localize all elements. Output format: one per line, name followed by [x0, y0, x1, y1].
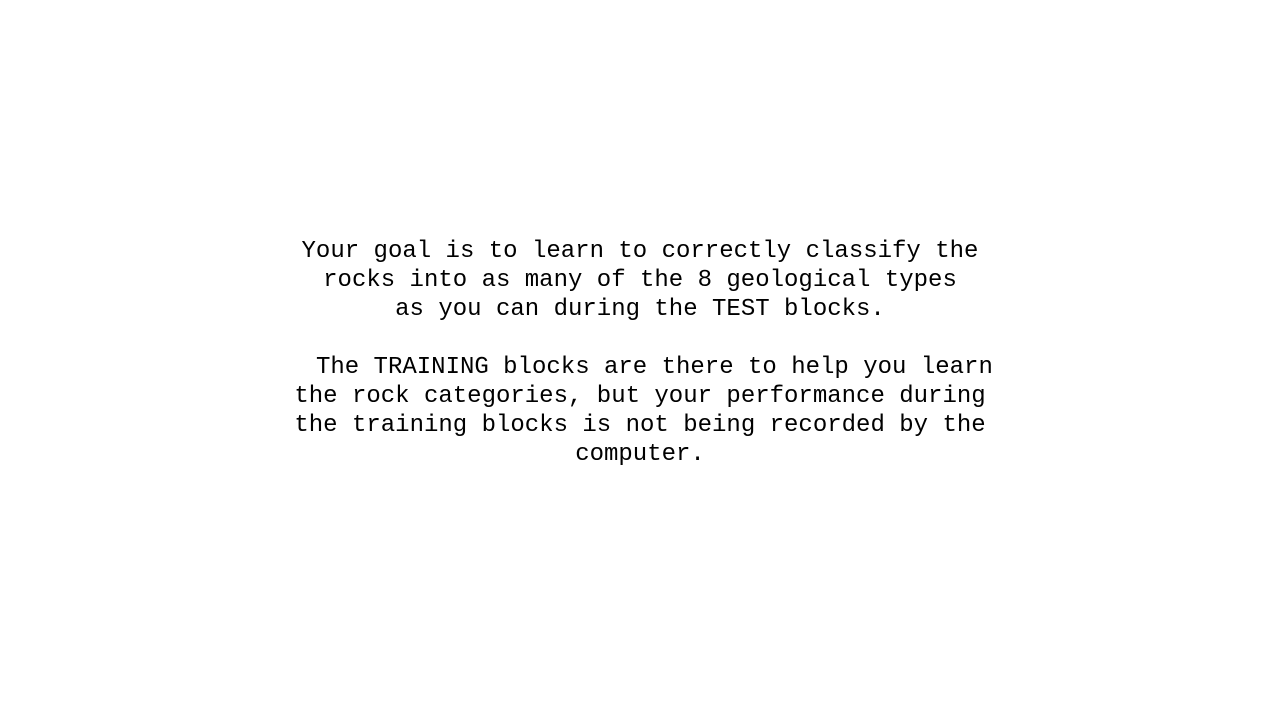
instruction-line: Your goal is to learn to correctly class… [301, 238, 979, 265]
instruction-line: as you can during the TEST blocks. [395, 296, 885, 323]
instruction-line: the rock categories, but your performanc… [294, 383, 986, 410]
instruction-line: The TRAINING blocks are there to help yo… [287, 354, 993, 381]
instruction-screen: Your goal is to learn to correctly class… [0, 0, 1280, 720]
instructions-text: Your goal is to learn to correctly class… [0, 237, 1280, 469]
instruction-line: rocks into as many of the 8 geological t… [323, 267, 957, 294]
instruction-line: computer. [575, 441, 705, 468]
instruction-line: the training blocks is not being recorde… [294, 412, 986, 439]
